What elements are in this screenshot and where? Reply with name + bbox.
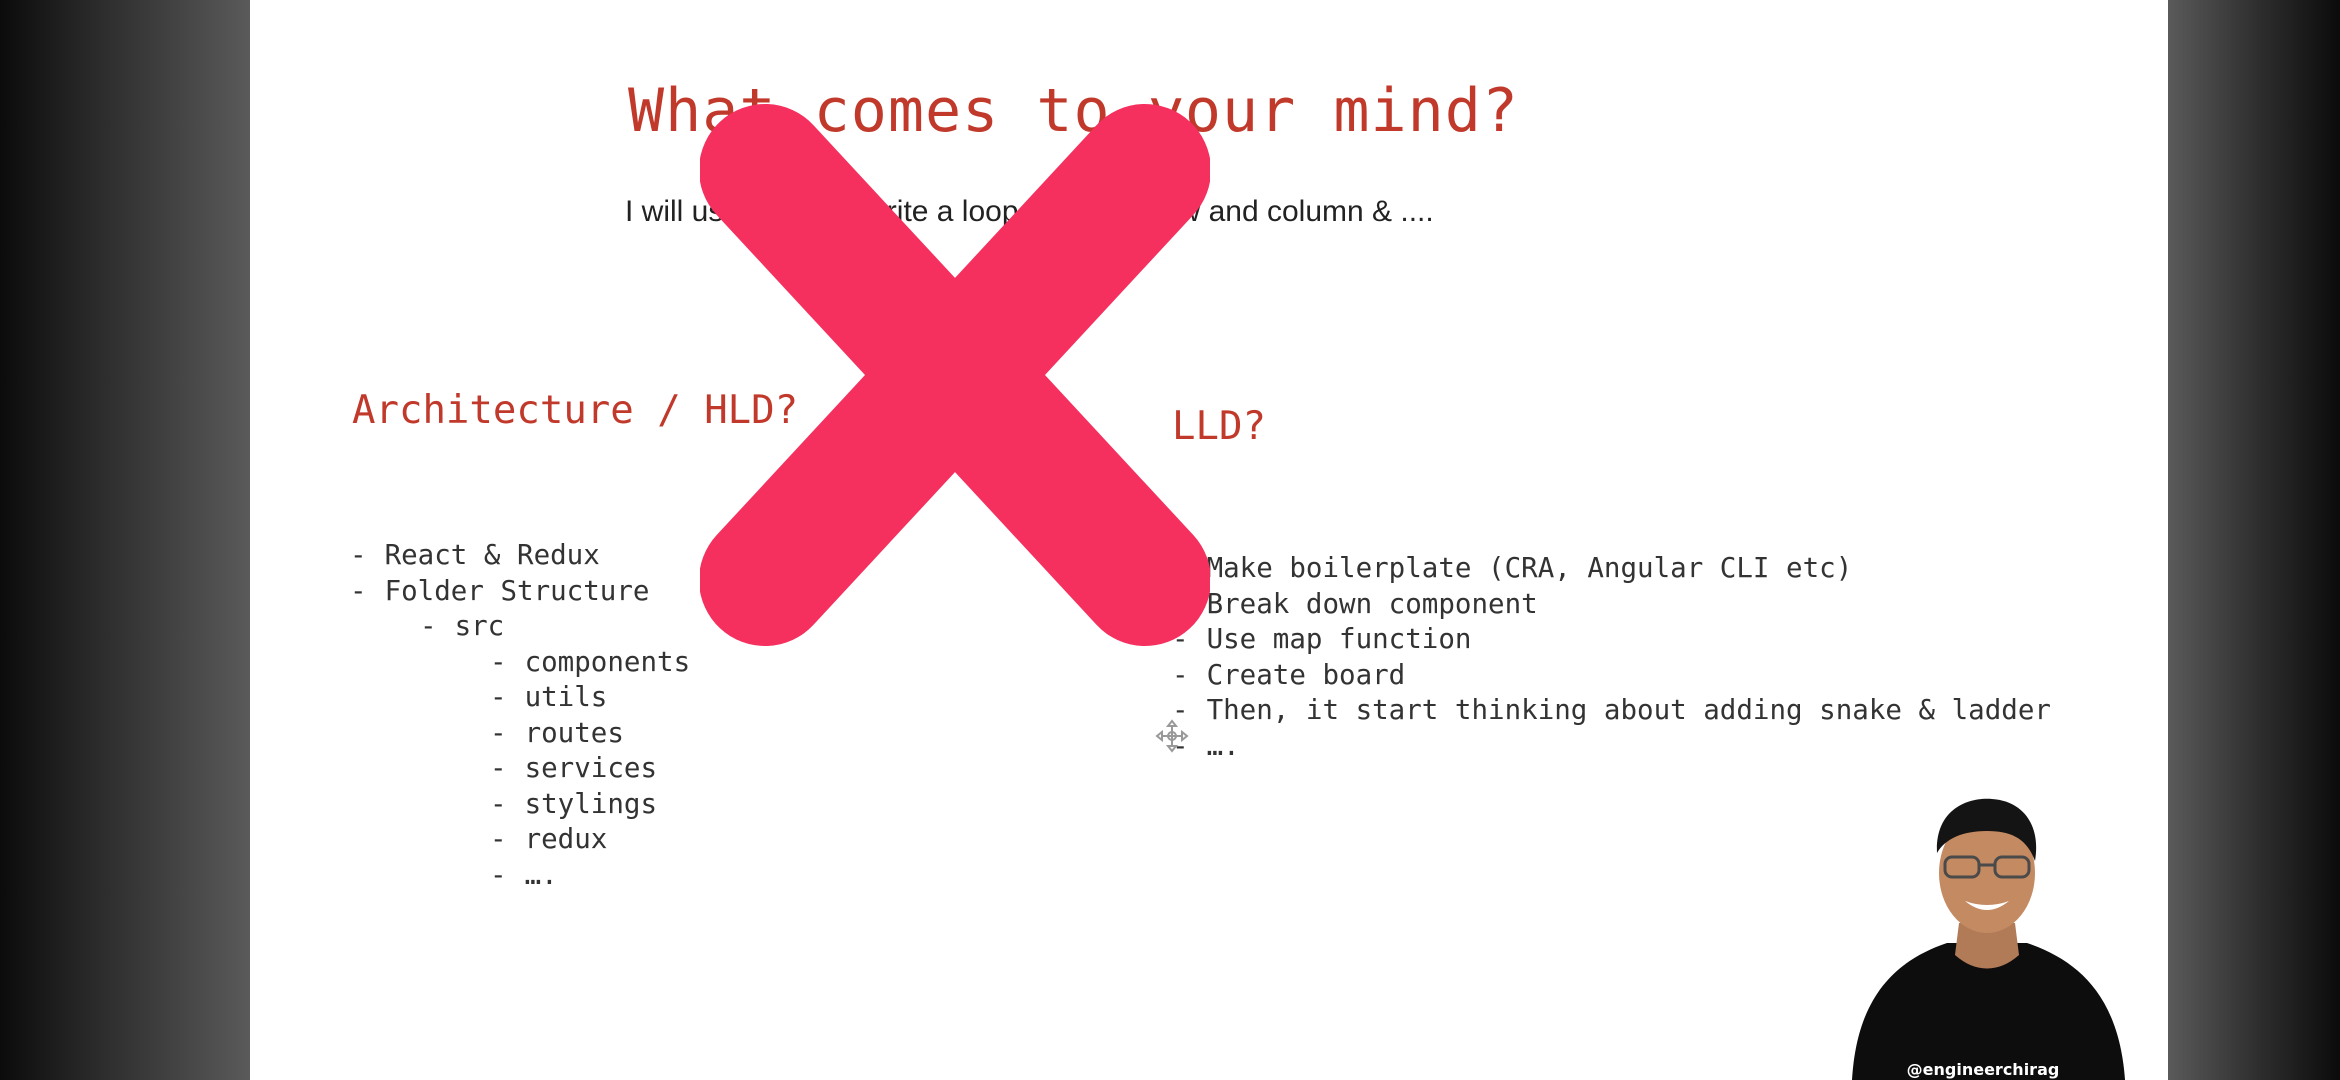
hld-item: - components	[490, 645, 691, 678]
hld-item: - Folder Structure	[350, 574, 650, 607]
lld-item: - Use map function	[1172, 623, 1472, 655]
lld-item: -….	[1172, 729, 1240, 762]
hld-item: - services	[490, 752, 658, 784]
lld-item: - Create board	[1172, 658, 1406, 691]
presenter-handle: @engineerchirag	[1906, 1060, 2060, 1079]
video-letterbox-left	[0, 0, 250, 1080]
hld-item: - React & Redux	[350, 539, 600, 571]
hld-list: - React & Redux - Folder Structure - src -c…	[350, 538, 690, 893]
hld-item: - stylings	[490, 787, 658, 820]
hld-item: -….	[490, 858, 558, 891]
cross-mark-icon	[700, 104, 1210, 646]
hld-item: - src	[420, 610, 505, 642]
lld-list: -Make boilerplate (CRA, Angular CLI etc)…	[1172, 551, 2051, 764]
lld-item: -Break down component	[1172, 587, 1538, 620]
hld-item: - utils	[490, 681, 608, 713]
video-letterbox-right	[2168, 0, 2340, 1080]
move-cursor-icon	[1155, 719, 1189, 753]
lld-item: - Then, it start thinking about adding sn…	[1172, 694, 2051, 726]
presenter-avatar	[1852, 798, 2125, 1080]
lld-item: -Make boilerplate (CRA, Angular CLI etc)	[1172, 552, 1853, 584]
hld-item: - redux	[490, 823, 608, 855]
hld-item: - routes	[490, 716, 624, 749]
